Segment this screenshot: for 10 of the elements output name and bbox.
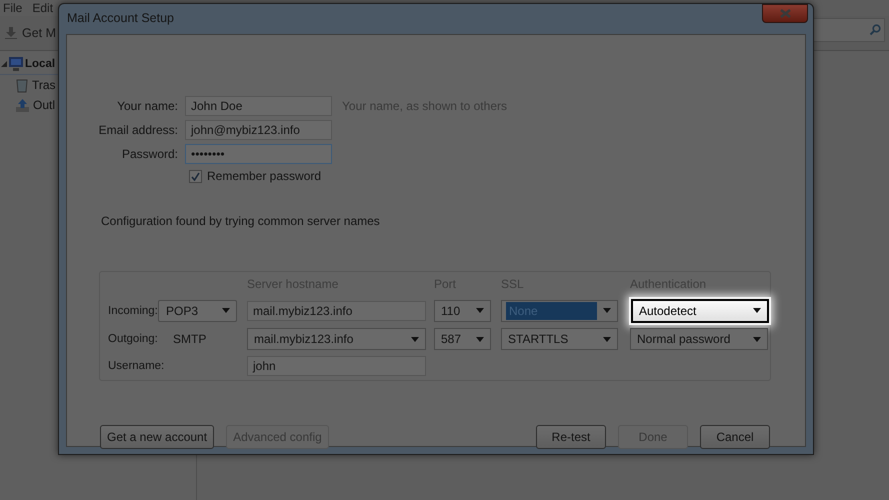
window-title: Mail Account Setup	[66, 10, 174, 25]
status-message: Configuration found by trying common server names	[101, 214, 381, 228]
field-label: Your name:	[116, 99, 178, 113]
protocol-label: SMTP	[173, 332, 206, 346]
field-label: Email address:	[98, 123, 178, 137]
field-label: Password:	[120, 147, 178, 161]
row-label: Outgoing:	[108, 333, 158, 345]
checkbox-label: Remember password	[207, 169, 322, 183]
row-label: Incoming:	[108, 304, 158, 316]
row-label: Username:	[108, 360, 164, 372]
